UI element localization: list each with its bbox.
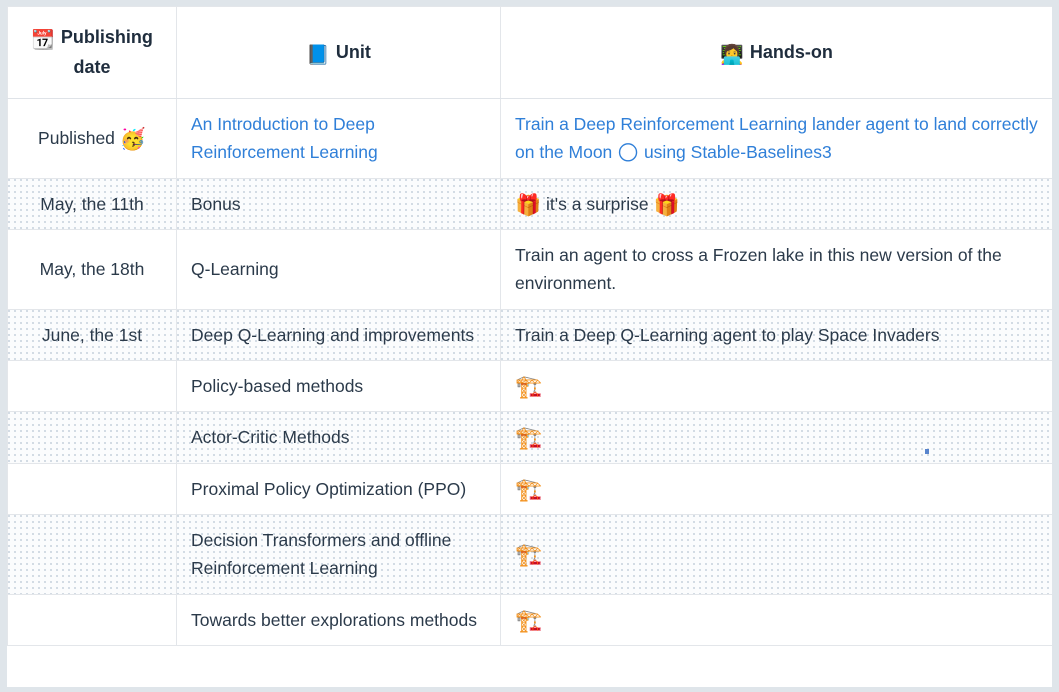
construction-icon: 🏗️ [515,375,543,401]
column-header-label: Publishing date [60,27,153,77]
hands-on-text: Train an agent to cross a Frozen lake in… [515,245,1002,294]
cursor-artifact [925,449,929,454]
cell-hands-on: 🏗️ [500,411,1052,464]
cell-unit: Policy-based methods [176,360,501,413]
hands-on-content: Train an agent to cross a Frozen lake in… [515,245,1002,293]
table-row: Towards better explorations methods 🏗️ [7,593,1052,647]
table-row: May, the 11th Bonus 🎁 it's a surprise 🎁 [7,177,1052,231]
column-header-unit: 📘 Unit [176,6,501,99]
cell-unit: Actor-Critic Methods [176,411,501,464]
column-header-publishing-date: 📆 Publishing date [7,6,177,99]
unit-text: Bonus [191,193,241,214]
column-header-hands-on: 👩‍💻 Hands-on [500,6,1052,99]
cell-unit: Deep Q-Learning and improvements [176,308,501,362]
unit-text: Policy-based methods [191,376,364,397]
gift-icon: 🎁 [653,192,680,217]
gift-icon: 🎁 [515,192,542,217]
unit-text: Proximal Policy Optimization (PPO) [191,478,467,499]
unit-text: Actor-Critic Methods [191,427,350,448]
unit-text: Towards better explorations methods [191,609,477,630]
table-body: Published 🥳 An Introduction to Deep Reinf… [7,98,1052,647]
cell-publishing-date: May, the 18th [7,229,177,310]
publishing-date-text: May, the 11th [40,193,144,214]
table-header: 📆 Publishing date 📘 Unit 👩‍💻 Hands-on [7,6,1052,99]
column-header-label: Hands-on [749,41,833,62]
cell-hands-on: Train a Deep Reinforcement Learning land… [500,98,1052,179]
construction-icon: 🏗️ [515,543,543,569]
cell-unit: Decision Transformers and offline Reinfo… [176,514,501,595]
hands-on-content: 🏗️ [515,477,543,503]
publishing-date-text: Published [38,128,115,149]
construction-icon: 🏗️ [515,477,543,503]
cell-hands-on: Train a Deep Q-Learning agent to play Sp… [500,308,1052,362]
table-row: May, the 18th Q-Learning Train an agent to… [7,229,1052,310]
full-moon-icon: 🌕 [617,141,640,166]
book-icon: 📘 [306,43,330,66]
calendar-icon: 📆 [31,29,55,52]
cell-hands-on: Train an agent to cross a Frozen lake in… [500,229,1052,310]
cell-publishing-date: May, the 11th [7,177,177,231]
partying-face-icon: 🥳 [119,127,146,152]
construction-icon: 🏗️ [515,608,543,634]
unit-text: Deep Q-Learning and improvements [191,324,475,345]
hands-on-content: 🏗️ [515,608,543,634]
cell-hands-on: 🏗️ [500,462,1052,516]
cell-publishing-date [7,360,177,413]
cell-unit: Bonus [176,177,501,231]
table-row: Proximal Policy Optimization (PPO) 🏗️ [7,462,1052,516]
cell-unit: Q-Learning [176,229,501,310]
unit-text: Q-Learning [191,259,279,280]
unit-link[interactable]: An Introduction to Deep Reinforcement Le… [191,114,378,162]
cell-hands-on: 🏗️ [500,360,1052,413]
hands-on-content: 🏗️ [515,543,543,569]
hands-on-text: Train a Deep Q-Learning agent to play Sp… [515,324,940,345]
hands-on-content: 🎁 it's a surprise 🎁 [515,192,680,217]
table-row: Actor-Critic Methods 🏗️ [7,411,1052,464]
hands-on-link[interactable]: Train a Deep Reinforcement Learning land… [515,114,1038,166]
construction-icon: 🏗️ [515,426,543,452]
cell-unit: Proximal Policy Optimization (PPO) [176,462,501,516]
cell-publishing-date [7,593,177,647]
cell-publishing-date: Published 🥳 [7,98,177,179]
table-row: June, the 1st Deep Q-Learning and improve… [7,308,1052,362]
technologist-icon: 👩‍💻 [720,43,744,66]
hands-on-text: it's a surprise [546,193,649,214]
syllabus-table: 📆 Publishing date 📘 Unit 👩‍💻 Hands-on Publi… [7,6,1052,647]
syllabus-table-container: 📆 Publishing date 📘 Unit 👩‍💻 Hands-on Publi… [7,6,1052,687]
cell-publishing-date [7,411,177,464]
cell-publishing-date [7,462,177,516]
cell-hands-on: 🏗️ [500,514,1052,595]
cell-unit: Towards better explorations methods [176,593,501,647]
hands-on-content: 🏗️ [515,426,543,452]
cell-hands-on: 🏗️ [500,593,1052,647]
hands-on-text: using Stable-Baselines3 [643,142,832,163]
table-header-row: 📆 Publishing date 📘 Unit 👩‍💻 Hands-on [7,6,1052,99]
table-row: Decision Transformers and offline Reinfo… [7,514,1052,595]
column-header-label: Unit [335,41,371,62]
table-row: Policy-based methods 🏗️ [7,360,1052,413]
hands-on-content: Train a Deep Q-Learning agent to play Sp… [515,325,939,345]
publishing-date-text: May, the 18th [39,259,145,280]
publishing-date-text: June, the 1st [41,324,143,345]
cell-publishing-date: June, the 1st [7,308,177,362]
table-row: Published 🥳 An Introduction to Deep Reinf… [7,98,1052,179]
cell-hands-on: 🎁 it's a surprise 🎁 [500,177,1052,231]
cell-unit: An Introduction to Deep Reinforcement Le… [176,98,501,179]
unit-text: Decision Transformers and offline Reinfo… [191,530,452,579]
hands-on-content: 🏗️ [515,375,543,401]
cell-publishing-date [7,514,177,595]
